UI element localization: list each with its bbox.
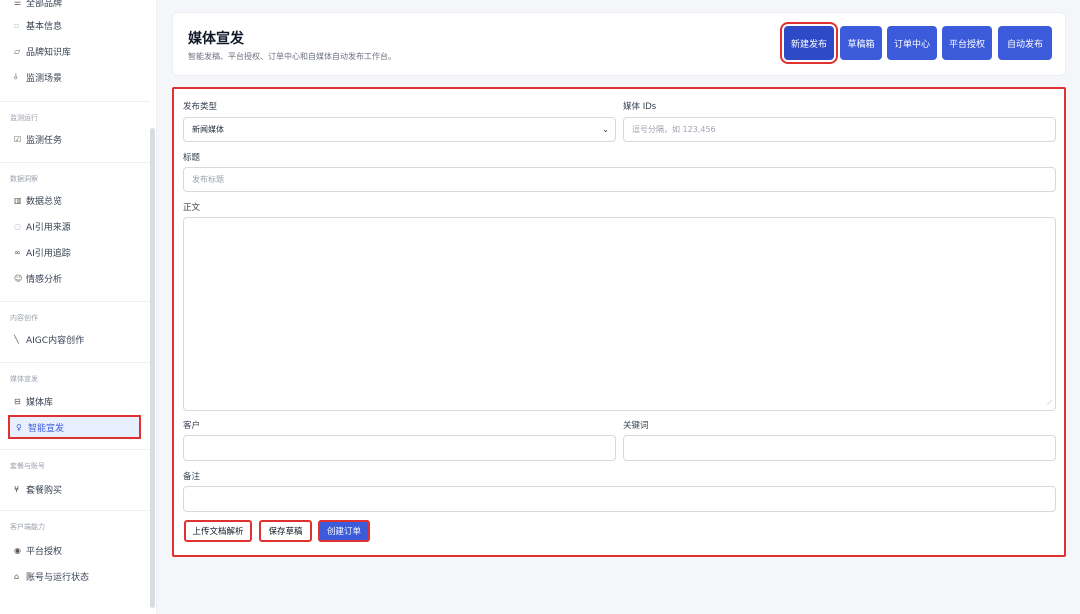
new-publish-button[interactable]: 新建发布 — [780, 22, 838, 64]
square-icon: ▫ — [14, 20, 20, 30]
sidebar-item-ai-source[interactable]: ○ AI引用来源 — [14, 216, 71, 236]
resize-handle-icon[interactable]: ⟋ — [1047, 399, 1052, 408]
media-ids-input[interactable]: 逗号分隔，如 123,456 — [623, 117, 1056, 142]
page-subtitle: 智能发稿、平台授权、订单中心和自媒体自动发布工作台。 — [188, 52, 396, 61]
sidebar-item-data-overview[interactable]: ▥ 数据总览 — [14, 190, 62, 210]
platform-auth-button[interactable]: 平台授权 — [942, 26, 992, 60]
title-input[interactable]: 发布标题 — [183, 167, 1056, 192]
sidebar-item-media-library[interactable]: ⊟ 媒体库 — [14, 391, 53, 411]
sidebar-item-label: 平台授权 — [26, 546, 63, 557]
pen-icon: ╲ — [14, 334, 19, 344]
radio-icon: ◉ — [14, 545, 21, 555]
remark-label: 备注 — [183, 472, 201, 482]
sidebar-item-label: 媒体库 — [26, 397, 54, 408]
drafts-button[interactable]: 草稿箱 — [840, 26, 882, 60]
sidebar-scrollbar[interactable] — [150, 128, 155, 608]
sidebar-item-basic-info[interactable]: ▫ 基本信息 — [14, 15, 62, 35]
page-title: 媒体宣发 — [188, 31, 244, 47]
sidebar-section-plan: 套餐与账号 — [10, 462, 45, 470]
home-icon: ⌂ — [14, 571, 20, 581]
create-order-button[interactable]: 创建订单 — [318, 520, 370, 542]
remark-input[interactable] — [183, 486, 1056, 512]
sidebar-divider — [0, 101, 150, 102]
publish-type-value: 新闻媒体 — [192, 125, 224, 134]
sidebar-divider — [0, 362, 150, 363]
menu-icon: ☰ — [14, 0, 22, 7]
publish-type-select[interactable]: 新闻媒体 ⌄ — [183, 117, 616, 142]
customer-input[interactable] — [183, 435, 616, 461]
sidebar-item-all-brands[interactable]: ☰ 全部品牌 — [14, 0, 62, 12]
sidebar-item-monitor-task[interactable]: ☑ 监测任务 — [14, 129, 62, 149]
sidebar-divider — [0, 510, 150, 511]
infinity-icon: ∞ — [14, 247, 21, 257]
sidebar-item-monitor-scene[interactable]: ⫰ 监测场景 — [14, 67, 62, 87]
sidebar-item-label: AI引用来源 — [26, 222, 71, 233]
sidebar-item-label: 基本信息 — [26, 21, 63, 32]
page-header: 媒体宣发 智能发稿、平台授权、订单中心和自媒体自动发布工作台。 新建发布 草稿箱… — [172, 12, 1066, 76]
keywords-input[interactable] — [623, 435, 1056, 461]
circle-icon: ○ — [14, 221, 21, 231]
upload-parse-button[interactable]: 上传文档解析 — [184, 520, 252, 542]
list-icon: ⊟ — [14, 396, 21, 406]
publish-form: 发布类型 新闻媒体 ⌄ 媒体 IDs 逗号分隔，如 123,456 标题 发布标… — [172, 87, 1066, 557]
grid-icon: ▥ — [14, 195, 22, 205]
pin-icon: ⫰ — [14, 72, 18, 81]
sidebar-divider — [0, 162, 150, 163]
checkbox-icon: ☑ — [14, 134, 22, 144]
sidebar-section-monitor: 监测运行 — [10, 114, 38, 122]
sidebar-divider — [0, 301, 150, 302]
sidebar-item-label: 监测场景 — [26, 73, 63, 84]
sidebar-item-smart-publish[interactable]: ♀ 智能宣发 — [8, 415, 141, 439]
sidebar-item-label: 情感分析 — [26, 274, 63, 285]
body-label: 正文 — [183, 203, 201, 213]
media-ids-placeholder: 逗号分隔，如 123,456 — [632, 125, 716, 134]
sidebar-section-client: 客户端能力 — [10, 523, 45, 531]
keywords-label: 关键词 — [623, 421, 649, 431]
media-ids-label: 媒体 IDs — [623, 102, 657, 112]
sidebar-item-label: 全部品牌 — [26, 0, 63, 9]
sidebar-item-label: 账号与运行状态 — [26, 572, 90, 583]
customer-label: 客户 — [183, 421, 201, 431]
chevron-down-icon: ⌄ — [602, 125, 609, 134]
yen-icon: ¥ — [14, 484, 20, 494]
sidebar-item-label: 监测任务 — [26, 135, 63, 146]
sidebar-item-label: 数据总览 — [26, 196, 63, 207]
body-textarea[interactable]: ⟋ — [183, 217, 1056, 411]
sidebar-item-label: 品牌知识库 — [26, 47, 72, 58]
sidebar-item-sentiment[interactable]: ☺ 情感分析 — [14, 268, 62, 288]
publish-type-label: 发布类型 — [183, 102, 218, 112]
auto-publish-button[interactable]: 自动发布 — [998, 26, 1052, 60]
folder-icon: ▱ — [14, 46, 21, 56]
sidebar-item-account-status[interactable]: ⌂ 账号与运行状态 — [14, 566, 89, 586]
orders-button[interactable]: 订单中心 — [887, 26, 937, 60]
sidebar-item-knowledge-base[interactable]: ▱ 品牌知识库 — [14, 41, 71, 61]
sidebar-item-label: AIGC内容创作 — [26, 335, 85, 346]
save-draft-button[interactable]: 保存草稿 — [259, 520, 312, 542]
sidebar-item-label: 智能宣发 — [28, 423, 65, 434]
sidebar-item-label: 套餐购买 — [26, 485, 63, 496]
sidebar-item-platform-auth[interactable]: ◉ 平台授权 — [14, 540, 62, 560]
sidebar-section-content: 内容创作 — [10, 314, 38, 322]
sidebar-item-label: AI引用追踪 — [26, 248, 71, 259]
bulb-icon: ♀ — [16, 422, 22, 432]
sidebar: ☰ 全部品牌 ▫ 基本信息 ▱ 品牌知识库 ⫰ 监测场景 监测运行 ☑ 监测任务… — [0, 0, 157, 614]
sidebar-item-plan-buy[interactable]: ¥ 套餐购买 — [14, 479, 62, 499]
title-label: 标题 — [183, 153, 201, 163]
title-placeholder: 发布标题 — [192, 175, 224, 184]
sidebar-section-media: 媒体宣发 — [10, 375, 38, 383]
sidebar-item-aigc[interactable]: ╲ AIGC内容创作 — [14, 329, 84, 349]
sidebar-section-insight: 数据洞察 — [10, 175, 38, 183]
sidebar-item-ai-tracking[interactable]: ∞ AI引用追踪 — [14, 242, 71, 262]
smile-icon: ☺ — [14, 273, 23, 283]
sidebar-divider — [0, 449, 150, 450]
